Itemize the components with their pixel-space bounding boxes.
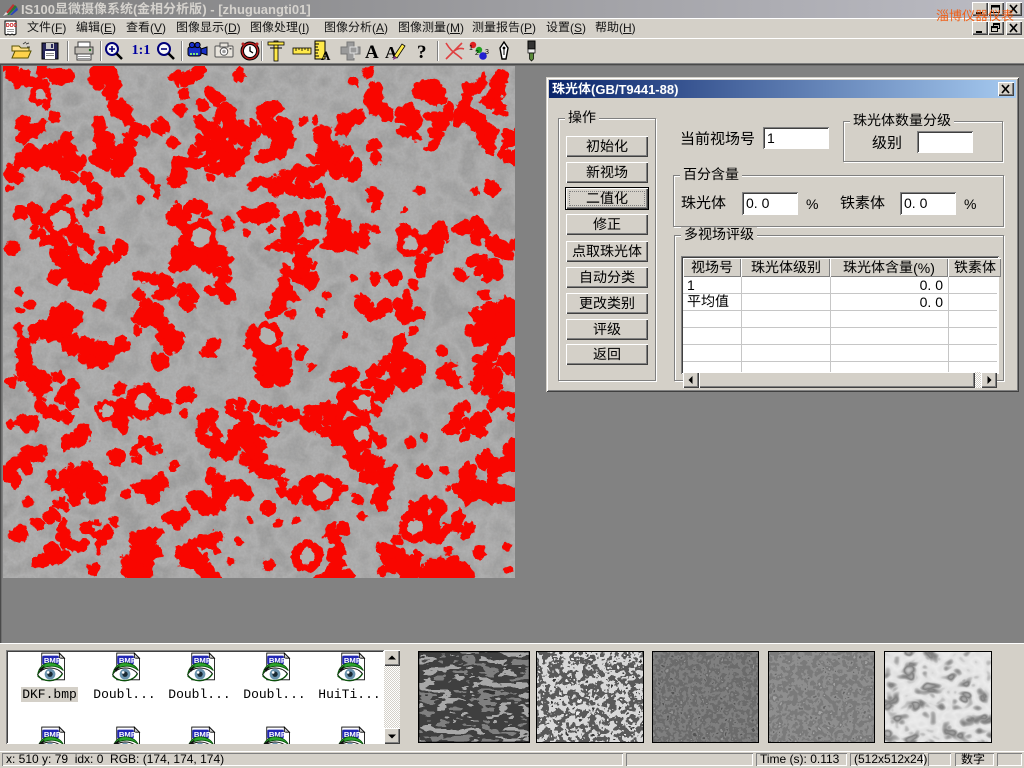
- svg-text:?: ?: [417, 42, 427, 62]
- svg-text:A: A: [321, 48, 331, 62]
- svg-text:A: A: [365, 42, 379, 62]
- svg-text:3: 3: [485, 49, 489, 56]
- svg-text:2: 2: [475, 50, 479, 57]
- svg-text:1: 1: [469, 45, 473, 52]
- svg-text:DOC: DOC: [6, 23, 18, 29]
